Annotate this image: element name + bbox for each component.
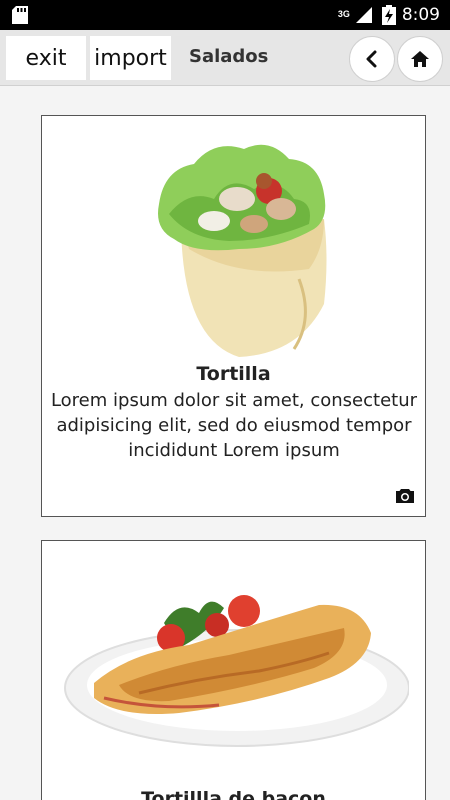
clock: 8:09 xyxy=(401,5,440,25)
status-bar: 3G 8:09 xyxy=(0,0,450,30)
app-bar: exit import Salados xyxy=(0,30,450,86)
recipe-card[interactable]: Tortillla de bacon xyxy=(41,540,426,800)
recipe-title: Tortillla de bacon xyxy=(141,788,326,800)
bacon-omelette-photo xyxy=(59,553,409,785)
sd-card-icon xyxy=(12,6,28,24)
network-type: 3G xyxy=(337,9,350,19)
import-button[interactable]: import xyxy=(90,36,171,80)
chevron-left-icon xyxy=(366,50,377,68)
home-button[interactable] xyxy=(397,36,443,82)
camera-icon[interactable] xyxy=(395,488,415,504)
recipe-title: Tortilla xyxy=(196,363,271,385)
battery-charging-icon xyxy=(381,5,396,25)
signal-icon: 3G xyxy=(338,5,374,25)
recipe-description: Lorem ipsum dolor sit amet, consectetur … xyxy=(50,390,418,461)
page-title: Salados xyxy=(189,46,269,67)
back-button[interactable] xyxy=(349,36,395,82)
home-icon xyxy=(411,51,429,67)
recipe-list[interactable]: Tortilla Lorem ipsum dolor sit amet, con… xyxy=(0,87,450,800)
tortilla-wrap-photo xyxy=(119,129,351,361)
exit-button[interactable]: exit xyxy=(6,36,86,80)
recipe-card[interactable]: Tortilla Lorem ipsum dolor sit amet, con… xyxy=(41,115,426,517)
